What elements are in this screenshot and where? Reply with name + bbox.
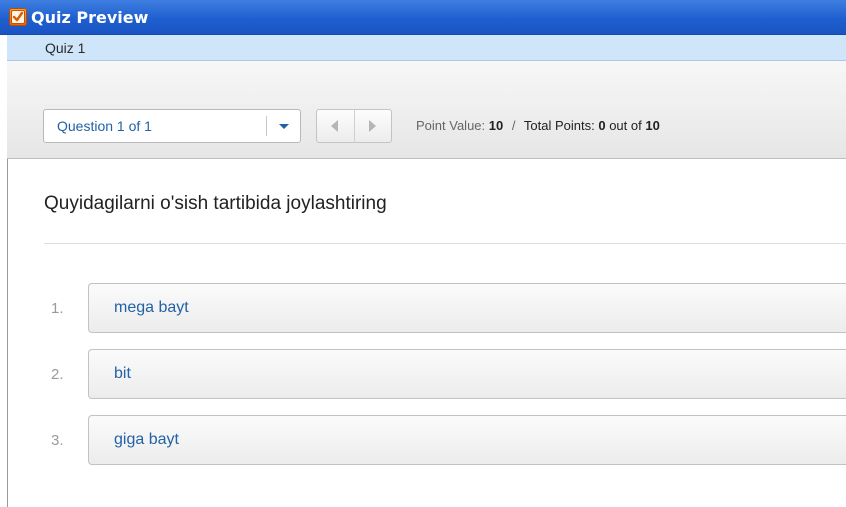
quiz-app-icon [9,8,27,26]
question-navigation [316,109,392,143]
question-dropdown-value: Question 1 of 1 [57,118,152,134]
answer-number: 2. [51,366,64,383]
quiz-name-bar: Quiz 1 [7,35,846,61]
point-value-label: Point Value: [416,118,486,133]
previous-question-button[interactable] [317,110,355,142]
points-summary: Point Value: 10 / Total Points: 0 out of… [416,118,660,133]
arrow-left-icon [331,120,338,132]
question-dropdown[interactable]: Question 1 of 1 [43,109,301,143]
answer-draggable-item[interactable]: bit [88,349,846,399]
answer-draggable-item[interactable]: giga bayt [88,415,846,465]
total-points-label: Total Points: [523,118,595,133]
point-value: 10 [488,118,504,133]
window-title: Quiz Preview [31,8,149,27]
answer-label: mega bayt [114,299,189,316]
answer-label: giga bayt [114,431,179,448]
answer-number: 3. [51,432,64,449]
next-question-button[interactable] [354,110,391,142]
answer-item: 2. bit [44,349,846,399]
window-titlebar: Quiz Preview [0,0,846,35]
question-divider [44,243,846,244]
chevron-down-icon[interactable] [274,116,294,136]
points-separator: / [511,118,516,133]
dropdown-separator [266,116,267,136]
answer-draggable-item[interactable]: mega bayt [88,283,846,333]
arrow-right-icon [369,120,376,132]
answer-item: 3. giga bayt [44,415,846,465]
quiz-name: Quiz 1 [45,40,86,56]
answer-item: 1. mega bayt [44,283,846,333]
question-text: Quyidagilarni o'sish tartibida joylashti… [44,193,387,214]
total-points: 0 [598,118,606,133]
out-of-label: out of [609,118,642,133]
answer-label: bit [114,365,131,382]
max-points: 10 [645,118,660,133]
answer-number: 1. [51,300,64,317]
